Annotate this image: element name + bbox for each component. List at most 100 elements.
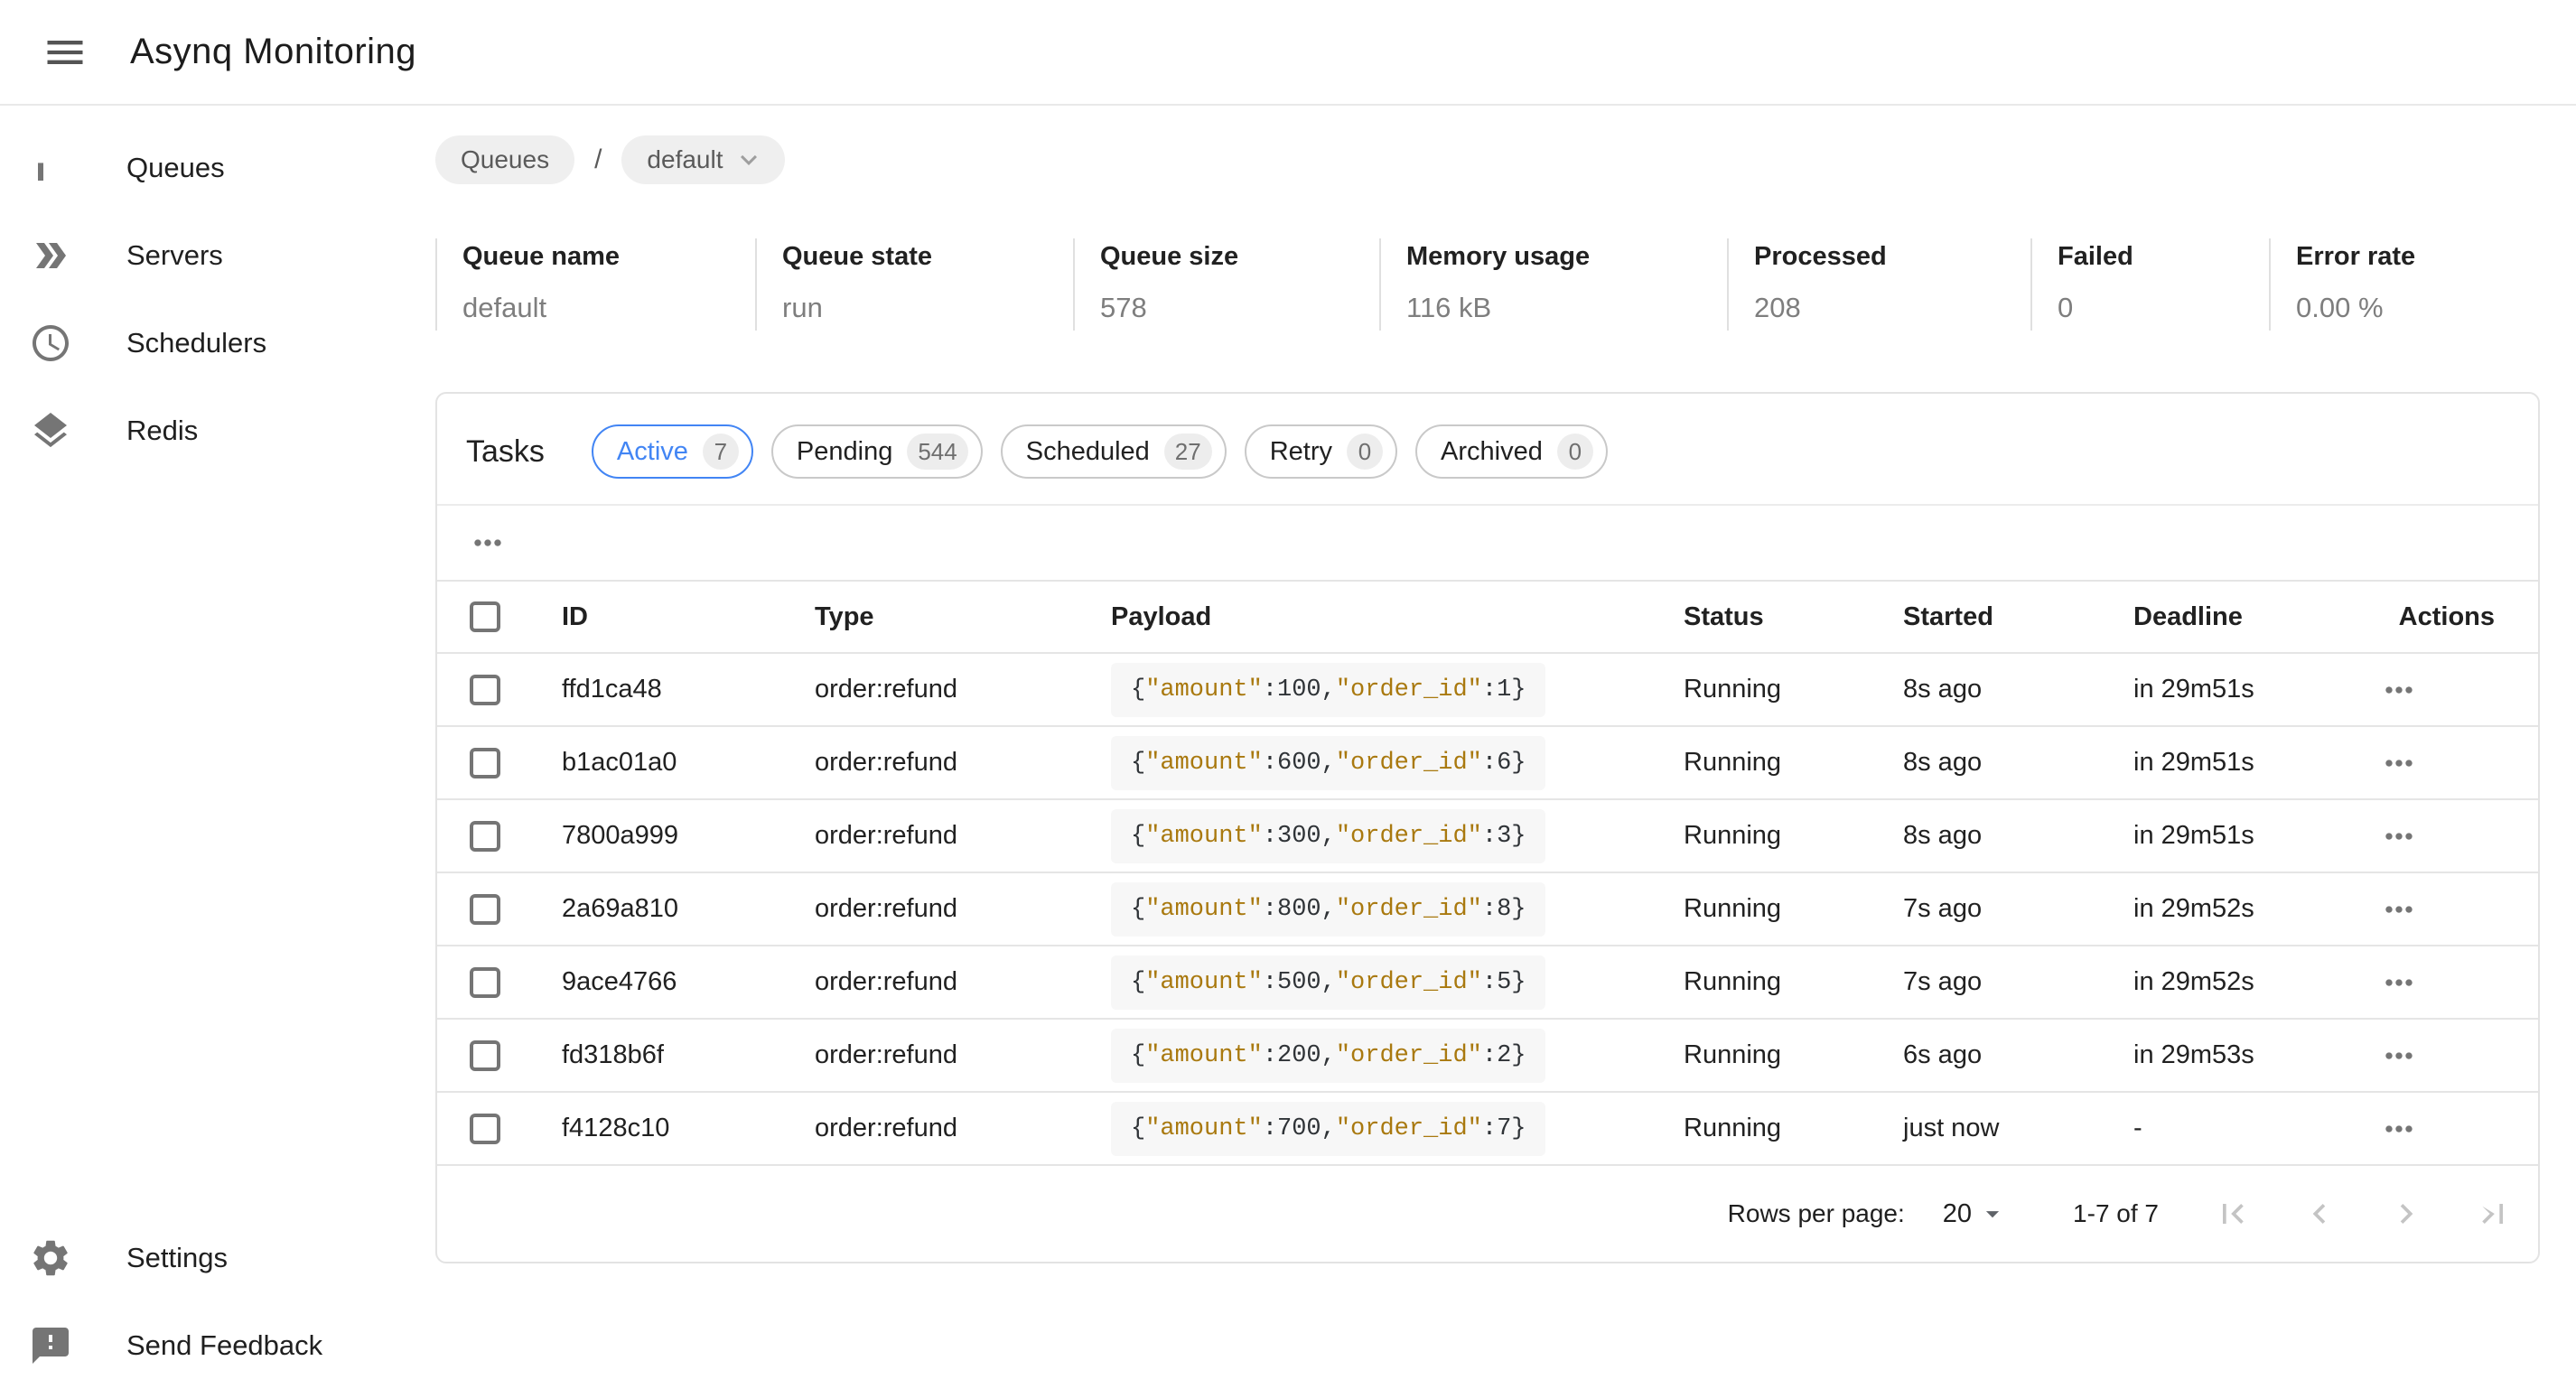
breadcrumb-queue-select-chip[interactable]: default	[621, 135, 784, 184]
tab-count-badge: 0	[1347, 433, 1383, 470]
task-id: 2a69a810	[562, 872, 815, 946]
row-actions-button[interactable]	[2379, 743, 2419, 783]
app-header: Asynq Monitoring	[0, 0, 2576, 106]
sidebar-item-schedulers[interactable]: Schedulers	[0, 299, 434, 387]
more-horiz-icon	[2379, 670, 2419, 710]
tab-count-badge: 7	[703, 433, 739, 470]
row-actions-button[interactable]	[2379, 1109, 2419, 1149]
chevron-right-button[interactable]	[2386, 1194, 2426, 1234]
stat-block: Memory usage 116 kB	[1379, 238, 1727, 331]
column-header-id: ID	[562, 581, 815, 653]
row-checkbox[interactable]	[470, 821, 500, 852]
hamburger-menu-button[interactable]	[40, 27, 90, 78]
row-checkbox[interactable]	[470, 894, 500, 925]
task-type: order:refund	[815, 653, 1111, 726]
row-actions-button[interactable]	[2379, 890, 2419, 929]
stat-block: Queue name default	[435, 238, 755, 331]
rows-per-page-select[interactable]: 20	[1943, 1198, 2008, 1229]
rows-per-page-value: 20	[1943, 1199, 1972, 1229]
tab-active[interactable]: Active 7	[592, 424, 753, 479]
first-page-button[interactable]	[2213, 1194, 2253, 1234]
task-status: Running	[1684, 946, 1903, 1019]
row-actions-button[interactable]	[2379, 816, 2419, 856]
breadcrumb-root-label: Queues	[461, 145, 549, 174]
breadcrumb-queues-chip[interactable]: Queues	[435, 135, 574, 184]
bar-chart-icon	[29, 146, 72, 190]
tab-scheduled[interactable]: Scheduled 27	[1001, 424, 1227, 479]
row-checkbox[interactable]	[470, 1114, 500, 1144]
tab-label: Pending	[797, 437, 892, 467]
sidebar-nav-top: Queues Servers Schedulers Redis	[0, 124, 434, 474]
row-checkbox[interactable]	[470, 967, 500, 998]
tab-retry[interactable]: Retry 0	[1245, 424, 1397, 479]
row-checkbox[interactable]	[470, 675, 500, 705]
task-type: order:refund	[815, 726, 1111, 799]
breadcrumb: Queues / default	[435, 135, 2540, 184]
task-status: Running	[1684, 1092, 1903, 1165]
table-menu-button[interactable]	[468, 523, 508, 563]
row-checkbox[interactable]	[470, 1040, 500, 1071]
tab-archived[interactable]: Archived 0	[1415, 424, 1608, 479]
row-actions-button[interactable]	[2379, 963, 2419, 1002]
task-id: f4128c10	[562, 1092, 815, 1165]
tasks-card: Tasks Active 7 Pending 544 Scheduled 27 …	[435, 392, 2540, 1263]
stat-label: Queue name	[462, 242, 737, 272]
sidebar-item-send-feedback[interactable]: Send Feedback	[0, 1301, 434, 1389]
sidebar: Queues Servers Schedulers Redis Settings…	[0, 107, 434, 1389]
chevron-right-icon	[2386, 1194, 2426, 1234]
select-all-checkbox[interactable]	[470, 601, 500, 632]
tab-pending[interactable]: Pending 544	[771, 424, 983, 479]
stat-label: Failed	[2058, 242, 2251, 272]
chevron-left-button[interactable]	[2300, 1194, 2339, 1234]
task-status: Running	[1684, 726, 1903, 799]
more-horiz-icon	[2379, 963, 2419, 1002]
stat-block: Failed 0	[2030, 238, 2269, 331]
tab-label: Scheduled	[1026, 437, 1150, 467]
sidebar-item-queues[interactable]: Queues	[0, 124, 434, 211]
stat-label: Error rate	[2296, 242, 2522, 272]
stat-label: Queue state	[782, 242, 1055, 272]
table-row: f4128c10 order:refund {"amount":700,"ord…	[437, 1092, 2538, 1165]
pagination-range: 1-7 of 7	[2073, 1199, 2159, 1228]
rows-per-page-label: Rows per page:	[1728, 1199, 1905, 1228]
row-actions-button[interactable]	[2379, 670, 2419, 710]
last-page-button[interactable]	[2473, 1194, 2513, 1234]
task-type: order:refund	[815, 1019, 1111, 1092]
stat-value: 0	[2058, 292, 2251, 324]
table-toolbar	[437, 506, 2538, 580]
column-header-payload: Payload	[1111, 581, 1684, 653]
task-status: Running	[1684, 1019, 1903, 1092]
task-deadline: in 29m51s	[2133, 653, 2379, 726]
more-horiz-icon	[2379, 1109, 2419, 1149]
stat-value: run	[782, 292, 1055, 324]
sidebar-item-redis[interactable]: Redis	[0, 387, 434, 474]
sidebar-item-settings[interactable]: Settings	[0, 1214, 434, 1301]
task-payload-json: {"amount":100,"order_id":1}	[1111, 663, 1545, 717]
task-deadline: in 29m52s	[2133, 872, 2379, 946]
task-started: 7s ago	[1903, 946, 2133, 1019]
task-deadline: in 29m53s	[2133, 1019, 2379, 1092]
column-header-type: Type	[815, 581, 1111, 653]
stat-label: Processed	[1754, 242, 2012, 272]
task-status: Running	[1684, 872, 1903, 946]
task-payload-json: {"amount":800,"order_id":8}	[1111, 882, 1545, 937]
gear-icon	[29, 1236, 72, 1280]
table-row: 2a69a810 order:refund {"amount":800,"ord…	[437, 872, 2538, 946]
sidebar-item-servers[interactable]: Servers	[0, 211, 434, 299]
pager-buttons	[2213, 1194, 2513, 1234]
column-header-deadline: Deadline	[2133, 581, 2379, 653]
task-id: b1ac01a0	[562, 726, 815, 799]
more-horiz-icon	[2379, 890, 2419, 929]
task-started: 6s ago	[1903, 1019, 2133, 1092]
task-status: Running	[1684, 653, 1903, 726]
layers-icon	[29, 409, 72, 452]
chevron-down-icon	[733, 144, 765, 176]
sidebar-nav-bottom: Settings Send Feedback	[0, 1214, 434, 1389]
task-type: order:refund	[815, 1092, 1111, 1165]
row-checkbox[interactable]	[470, 748, 500, 778]
task-id: 9ace4766	[562, 946, 815, 1019]
clock-icon	[29, 322, 72, 365]
row-actions-button[interactable]	[2379, 1036, 2419, 1076]
table-row: 7800a999 order:refund {"amount":300,"ord…	[437, 799, 2538, 872]
column-header-status: Status	[1684, 581, 1903, 653]
